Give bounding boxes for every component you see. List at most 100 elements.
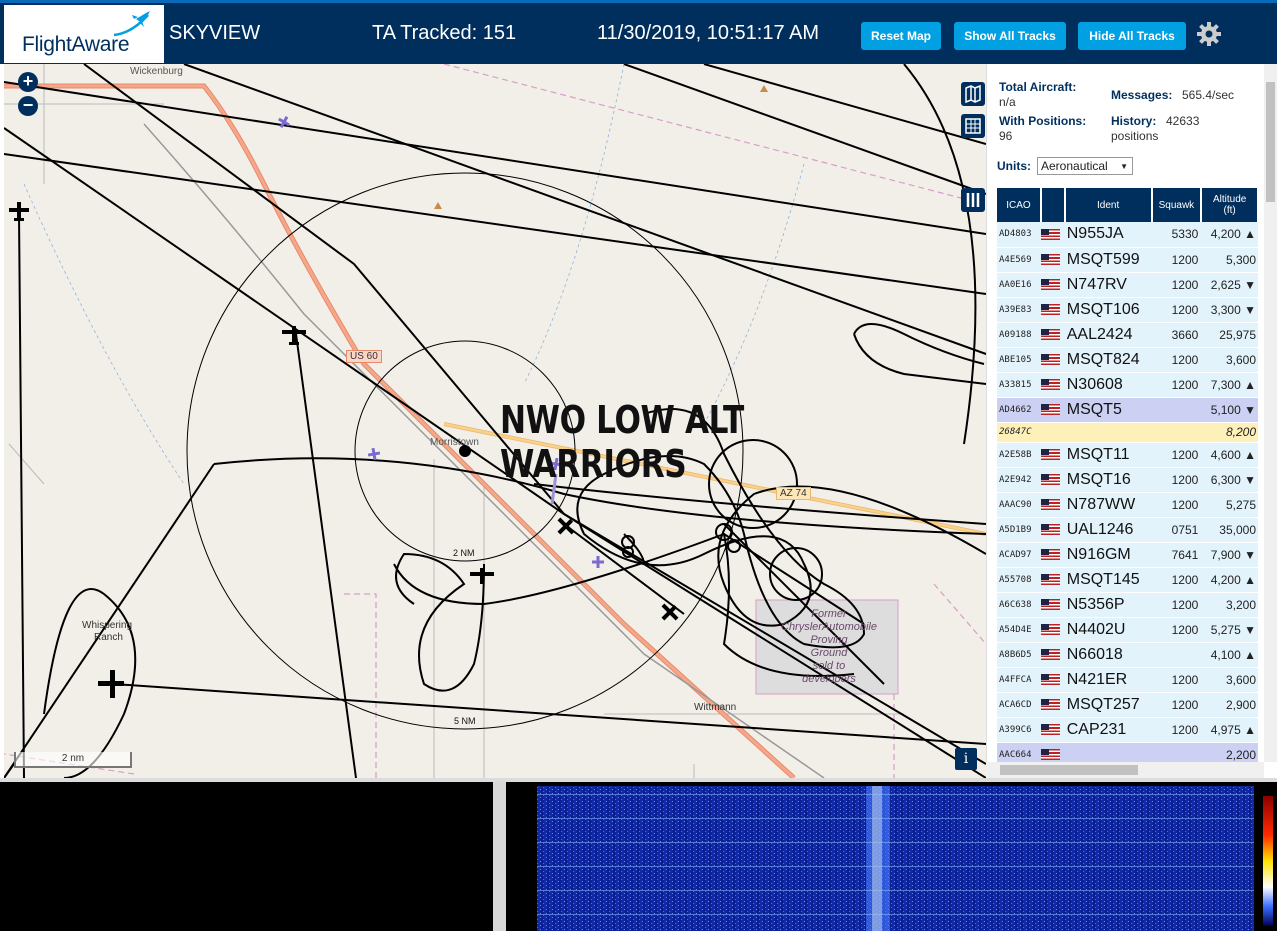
label-ranch: Ranch xyxy=(94,632,123,643)
squawk-cell: 1200 xyxy=(1151,567,1202,593)
units-select[interactable]: Aeronautical xyxy=(1037,157,1133,175)
flag-cell xyxy=(1040,542,1065,568)
aircraft-row[interactable]: A54D4E N4402U 1200 5,275 ▼ xyxy=(997,617,1258,643)
datetime: 11/30/2019, 10:51:17 AM xyxy=(597,22,820,44)
squawk-cell xyxy=(1151,642,1202,668)
col-altitude-unit: (ft) xyxy=(1223,205,1236,216)
aircraft-row[interactable]: ACA6CD MSQT257 1200 2,900 xyxy=(997,692,1258,718)
icao-cell: AAAC90 xyxy=(997,492,1041,518)
altitude-cell: 3,200 xyxy=(1201,592,1258,618)
panel-vertical-scrollbar[interactable] xyxy=(1264,64,1277,762)
pg-line-2: ChryslerAutomobile xyxy=(781,621,877,633)
reset-map-button[interactable]: Reset Map xyxy=(861,22,941,50)
us-flag-icon xyxy=(1040,673,1060,685)
icao-cell: A2E942 xyxy=(997,467,1041,493)
aircraft-row[interactable]: A33815 N30608 1200 7,300 ▲ xyxy=(997,372,1258,398)
flag-cell xyxy=(1040,247,1065,273)
altitude-cell: 2,900 xyxy=(1201,692,1258,718)
hide-all-tracks-button[interactable]: Hide All Tracks xyxy=(1078,22,1186,50)
waterfall-graphic xyxy=(537,786,1273,931)
show-all-tracks-button[interactable]: Show All Tracks xyxy=(954,22,1066,50)
col-altitude[interactable]: Altitude (ft) xyxy=(1201,188,1259,222)
icao-cell: AD4662 xyxy=(997,397,1041,423)
aircraft-row[interactable]: A8B6D5 N66018 4,100 ▲ xyxy=(997,642,1258,668)
settings-gear-icon[interactable] xyxy=(1196,21,1222,47)
zoom-out-button[interactable]: − xyxy=(18,96,38,116)
us-flag-icon xyxy=(1040,598,1060,610)
flag-cell xyxy=(1040,422,1065,443)
altitude-cell: 25,975 xyxy=(1201,322,1258,348)
with-positions-value: 96 xyxy=(999,129,1013,143)
aircraft-row[interactable]: A5D1B9 UAL1246 0751 35,000 xyxy=(997,517,1258,543)
map-view[interactable]: + − Wickenburg US 60 Morristown AZ 74 Wh… xyxy=(4,64,986,778)
aircraft-row[interactable]: AAAC90 N787WW 1200 5,275 xyxy=(997,492,1258,518)
map-icon xyxy=(965,84,981,104)
grid-toggle-button[interactable] xyxy=(961,114,985,138)
aircraft-row[interactable]: A09188 AAL2424 3660 25,975 xyxy=(997,322,1258,348)
pg-line-4: Ground xyxy=(810,647,848,659)
aircraft-row[interactable]: ABE105 MSQT824 1200 3,600 xyxy=(997,347,1258,373)
history-label: History: xyxy=(1111,114,1157,128)
icao-cell: A6C638 xyxy=(997,592,1041,618)
ident-cell: AAL2424 xyxy=(1064,322,1152,348)
us-flag-icon xyxy=(1040,473,1060,485)
aircraft-row[interactable]: A39E83 MSQT106 1200 3,300 ▼ xyxy=(997,297,1258,323)
col-flag[interactable] xyxy=(1040,188,1066,222)
aircraft-row[interactable]: AD4662 MSQT5 5,100 ▼ xyxy=(997,397,1258,423)
columns-toggle-button[interactable] xyxy=(961,188,985,212)
altitude-cell: 3,600 xyxy=(1201,347,1258,373)
squawk-cell: 1200 xyxy=(1151,442,1202,468)
units-label: Units: xyxy=(997,159,1031,173)
aircraft-row[interactable]: A2E58B MSQT11 1200 4,600 ▲ xyxy=(997,442,1258,468)
aircraft-row[interactable]: A399C6 CAP231 1200 4,975 ▲ xyxy=(997,717,1258,743)
aircraft-row[interactable]: A4E569 MSQT599 1200 5,300 xyxy=(997,247,1258,273)
panel-horizontal-scrollbar[interactable] xyxy=(986,762,1264,778)
col-ident[interactable]: Ident xyxy=(1064,188,1153,222)
col-icao[interactable]: ICAO xyxy=(997,188,1042,222)
vertical-scroll-thumb[interactable] xyxy=(1266,82,1275,202)
aircraft-row[interactable]: AD4803 N955JA 5330 4,200 ▲ xyxy=(997,222,1258,248)
aircraft-row[interactable]: ACAD97 N916GM 7641 7,900 ▼ xyxy=(997,542,1258,568)
icao-cell: A4FFCA xyxy=(997,667,1041,693)
us-flag-icon xyxy=(1040,353,1060,365)
tracked-count: TA Tracked: 151 xyxy=(372,22,517,44)
aircraft-row[interactable]: AA0E16 N747RV 1200 2,625 ▼ xyxy=(997,272,1258,298)
aircraft-row[interactable]: A55708 MSQT145 1200 4,200 ▲ xyxy=(997,567,1258,593)
us-flag-icon xyxy=(1040,253,1060,265)
us-flag-icon xyxy=(1040,548,1060,560)
flag-cell xyxy=(1040,297,1065,323)
us-flag-icon xyxy=(1040,648,1060,660)
icao-cell: A39E83 xyxy=(997,297,1041,323)
aircraft-row[interactable]: A4FFCA N421ER 1200 3,600 xyxy=(997,667,1258,693)
ident-cell: MSQT16 xyxy=(1064,467,1152,493)
us-flag-icon xyxy=(1040,723,1060,735)
ident-cell: MSQT145 xyxy=(1064,567,1152,593)
col-squawk[interactable]: Squawk xyxy=(1151,188,1203,222)
map-layers-button[interactable] xyxy=(961,82,985,106)
ident-cell: MSQT11 xyxy=(1064,442,1152,468)
flightaware-logo[interactable]: FlightAware xyxy=(4,5,164,63)
us-flag-icon xyxy=(1040,328,1060,340)
squawk-cell: 1200 xyxy=(1151,347,1202,373)
icao-cell: A399C6 xyxy=(997,717,1041,743)
horizontal-scroll-thumb[interactable] xyxy=(1000,765,1138,775)
squawk-cell: 1200 xyxy=(1151,692,1202,718)
info-button[interactable]: i xyxy=(955,748,977,770)
altitude-cell: 3,600 xyxy=(1201,667,1258,693)
flag-cell xyxy=(1040,222,1065,248)
us-flag-icon xyxy=(1040,523,1060,535)
aircraft-row[interactable]: 26847C 8,200 xyxy=(997,422,1258,443)
flag-cell xyxy=(1040,717,1065,743)
bottom-pane-separator[interactable] xyxy=(493,782,506,931)
ident-cell: N916GM xyxy=(1064,542,1152,568)
zoom-in-button[interactable]: + xyxy=(18,72,38,92)
history-value: 42633 xyxy=(1166,114,1200,128)
squawk-cell: 1200 xyxy=(1151,272,1202,298)
icao-cell: ACAD97 xyxy=(997,542,1041,568)
aircraft-row[interactable]: A6C638 N5356P 1200 3,200 xyxy=(997,592,1258,618)
squawk-cell: 7641 xyxy=(1151,542,1202,568)
altitude-cell: 4,200 ▲ xyxy=(1201,222,1258,248)
icao-cell: A55708 xyxy=(997,567,1041,593)
squawk-cell: 0751 xyxy=(1151,517,1202,543)
aircraft-row[interactable]: A2E942 MSQT16 1200 6,300 ▼ xyxy=(997,467,1258,493)
